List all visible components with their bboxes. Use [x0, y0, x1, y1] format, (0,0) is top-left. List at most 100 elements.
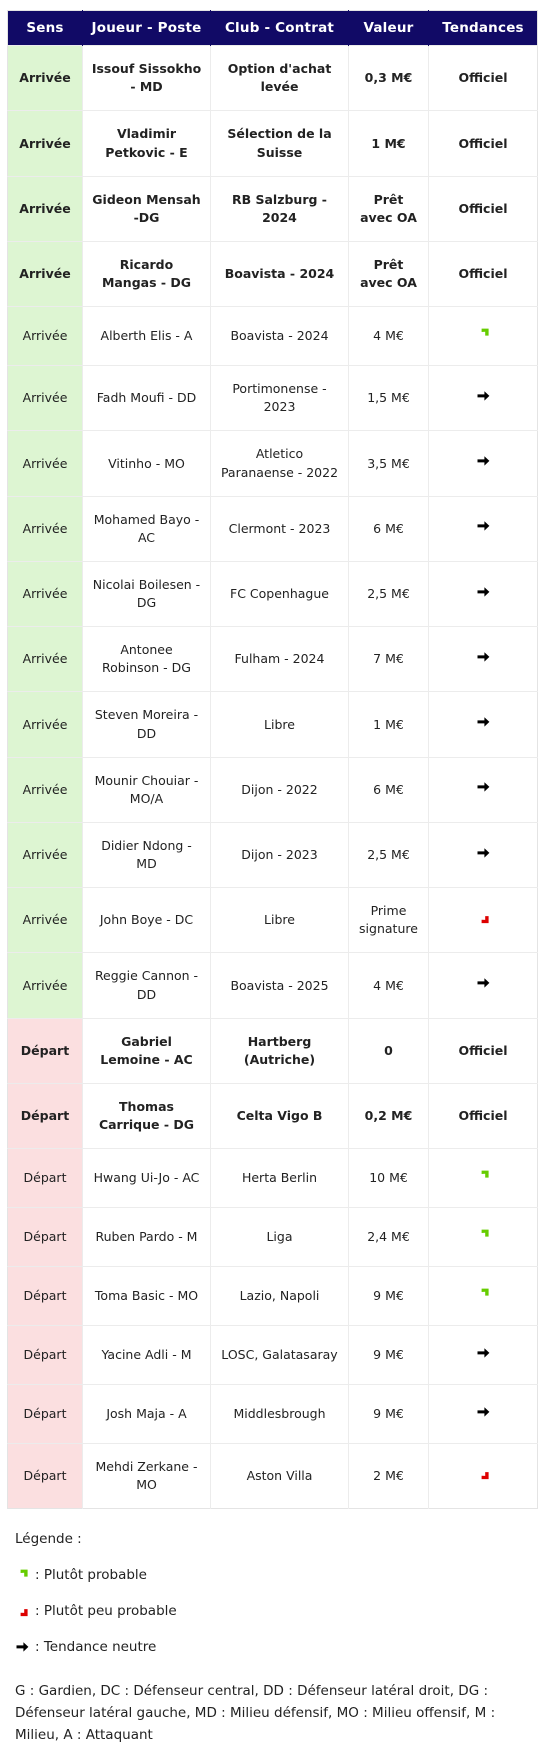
cell-valeur: 9 M€ [348, 1325, 429, 1385]
cell-valeur: 3,5 M€ [348, 430, 429, 497]
cell-sens: Départ [7, 1207, 83, 1267]
cell-sens: Départ [7, 1443, 83, 1509]
tendance-label: Officiel [458, 135, 508, 151]
table-row: Arrivée Steven Moreira - DD Libre 1 M€ [7, 691, 538, 758]
cell-sens: Départ [7, 1266, 83, 1326]
table-row: Arrivée Vitinho - MO Atletico Paranaense -… [7, 430, 538, 497]
cell-tendance [428, 306, 538, 366]
arrow-up-right-icon [476, 327, 491, 341]
cell-tendance [428, 626, 538, 692]
cell-sens: Arrivée [7, 495, 83, 562]
tendance-label: Officiel [458, 70, 508, 86]
cell-sens: Arrivée [7, 560, 83, 627]
cell-tendance [428, 365, 538, 431]
cell-club-contrat: Clermont - 2023 [210, 495, 349, 562]
cell-club-contrat: Dijon - 2022 [210, 756, 349, 823]
cell-club-contrat: Dijon - 2023 [210, 821, 349, 888]
cell-valeur: 2 M€ [348, 1443, 429, 1509]
table-row: Arrivée Gideon Mensah -DG RB Salzburg - 20… [7, 175, 538, 242]
cell-joueur-poste: Gideon Mensah -DG [82, 175, 211, 242]
arrow-right-icon [476, 846, 491, 860]
table-row: Départ Yacine Adli - M LOSC, Galatasaray 9 … [7, 1325, 538, 1385]
cell-sens: Arrivée [7, 821, 83, 888]
cell-joueur-poste: Yacine Adli - M [82, 1325, 211, 1385]
cell-tendance: Officiel [428, 240, 538, 307]
table-row: Départ Toma Basic - MO Lazio, Napoli 9 M€ [7, 1266, 538, 1326]
arrow-up-right-icon [15, 1568, 30, 1582]
arrow-right-icon [476, 519, 491, 533]
cell-sens: Arrivée [7, 952, 83, 1019]
cell-valeur: Prêt avec OA [348, 240, 429, 307]
table-row: Départ Mehdi Zerkane - MO Aston Villa 2 M€ [7, 1443, 538, 1509]
legend-item-label: : Plutôt probable [35, 1567, 147, 1584]
cell-tendance [428, 1266, 538, 1326]
column-header-valeur: Valeur [348, 10, 429, 46]
cell-tendance [428, 821, 538, 888]
cell-tendance: Officiel [428, 110, 538, 177]
cell-valeur: 9 M€ [348, 1384, 429, 1444]
table-row: Arrivée John Boye - DC Libre Prime signatur… [7, 887, 538, 953]
cell-sens: Arrivée [7, 240, 83, 307]
cell-valeur: 6 M€ [348, 495, 429, 562]
table-body: Arrivée Issouf Sissokho - MD Option d'acha… [7, 45, 538, 1509]
column-header-joueur-poste: Joueur - Poste [82, 10, 211, 46]
column-header-club-contrat: Club - Contrat [210, 10, 349, 46]
cell-sens: Arrivée [7, 756, 83, 823]
cell-sens: Arrivée [7, 175, 83, 242]
cell-tendance [428, 1443, 538, 1509]
legend-icon [15, 1604, 33, 1618]
cell-tendance: Officiel [428, 45, 538, 111]
cell-club-contrat: Sélection de la Suisse [210, 110, 349, 177]
cell-joueur-poste: Josh Maja - A [82, 1384, 211, 1444]
arrow-right-icon [476, 976, 491, 990]
cell-joueur-poste: Mohamed Bayo - AC [82, 495, 211, 562]
tendance-label: Officiel [458, 1108, 508, 1123]
cell-club-contrat: Boavista - 2024 [210, 306, 349, 366]
cell-joueur-poste: Vitinho - MO [82, 430, 211, 497]
cell-valeur: 2,5 M€ [348, 560, 429, 627]
cell-club-contrat: Atletico Paranaense - 2022 [210, 430, 349, 497]
cell-joueur-poste: Fadh Moufi - DD [82, 365, 211, 431]
table-row: Arrivée Reggie Cannon - DD Boavista - 2025… [7, 952, 538, 1019]
cell-club-contrat: Liga [210, 1207, 349, 1267]
cell-joueur-poste: John Boye - DC [82, 887, 211, 953]
cell-joueur-poste: Vladimir Petkovic - E [82, 110, 211, 177]
arrow-up-right-icon [476, 1169, 491, 1183]
cell-valeur: 0,3 M€ [348, 45, 429, 111]
cell-club-contrat: Fulham - 2024 [210, 626, 349, 692]
legend-item-label: : Tendance neutre [35, 1639, 157, 1656]
table-row: Arrivée Fadh Moufi - DD Portimonense - 202… [7, 365, 538, 431]
table-row: Arrivée Alberth Elis - A Boavista - 2024 4 … [7, 306, 538, 366]
legend-item: : Plutôt peu probable [15, 1603, 529, 1619]
table-row: Départ Gabriel Lemoine - AC Hartberg (Autr… [7, 1017, 538, 1084]
cell-club-contrat: Aston Villa [210, 1443, 349, 1509]
cell-sens: Départ [7, 1384, 83, 1444]
legend-icon [15, 1640, 33, 1654]
arrow-up-right-icon [476, 1287, 491, 1301]
cell-joueur-poste: Alberth Elis - A [82, 306, 211, 366]
cell-sens: Arrivée [7, 887, 83, 953]
arrow-right-icon [15, 1640, 30, 1654]
cell-valeur: 0 [348, 1017, 429, 1084]
cell-tendance: Officiel [428, 1082, 538, 1149]
cell-joueur-poste: Reggie Cannon - DD [82, 952, 211, 1019]
table-row: Arrivée Issouf Sissokho - MD Option d'acha… [7, 45, 538, 111]
legend-title: Légende : [15, 1531, 82, 1548]
cell-tendance [428, 1148, 538, 1208]
cell-tendance [428, 887, 538, 953]
arrow-down-right-icon [15, 1604, 30, 1618]
tendance-label: Officiel [458, 266, 508, 281]
arrow-right-icon [476, 585, 491, 599]
column-header-sens: Sens [7, 10, 83, 46]
table-row: Arrivée Nicolai Boilesen - DG FC Copenhagu… [7, 560, 538, 627]
cell-valeur: 2,5 M€ [348, 821, 429, 888]
table-row: Arrivée Mohamed Bayo - AC Clermont - 2023 6… [7, 495, 538, 562]
cell-sens: Arrivée [7, 365, 83, 431]
cell-tendance [428, 952, 538, 1019]
arrow-right-icon [476, 1405, 491, 1419]
cell-joueur-poste: Didier Ndong - MD [82, 821, 211, 888]
header-row: Sens Joueur - Poste Club - Contrat Valeu… [7, 10, 538, 46]
cell-tendance [428, 756, 538, 823]
legend: Légende : : Plutôt probable : Plutôt peu … [7, 1509, 537, 1757]
cell-tendance: Officiel [428, 175, 538, 242]
